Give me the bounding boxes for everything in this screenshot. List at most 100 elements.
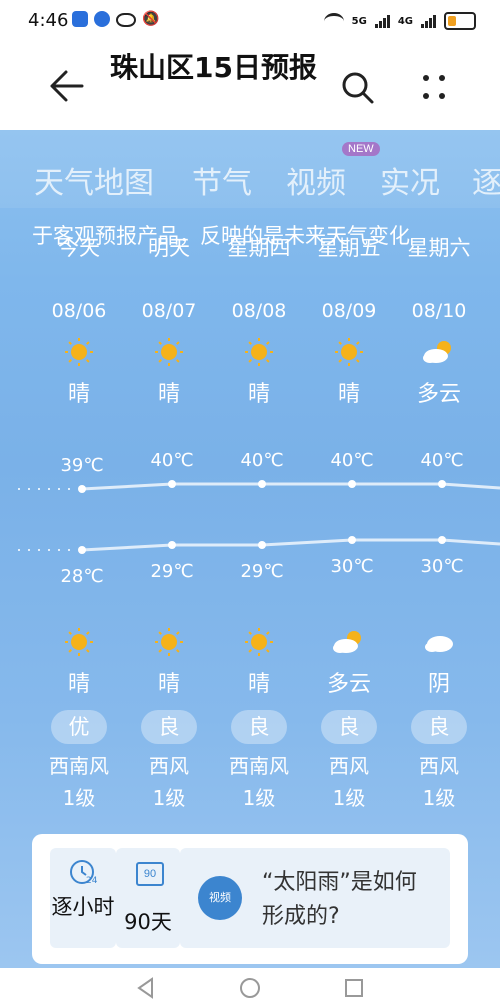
sun-icon bbox=[34, 334, 124, 374]
tab-hourly[interactable]: 逐 bbox=[472, 158, 500, 202]
tab-video[interactable]: 视频 bbox=[286, 158, 346, 202]
wind-direction: 西南风 bbox=[229, 754, 289, 778]
system-nav-bar bbox=[0, 968, 500, 1006]
clock-24-number: 24 bbox=[86, 876, 98, 886]
day-date: 08/08 bbox=[231, 300, 287, 322]
sun-icon bbox=[304, 334, 394, 374]
day-name: 星期四 bbox=[227, 236, 291, 260]
aqi-badge[interactable]: 良 bbox=[411, 710, 467, 744]
wind-level: 1级 bbox=[152, 786, 186, 810]
nav-recents-icon[interactable] bbox=[342, 976, 366, 1000]
low-temp-line-point bbox=[168, 541, 176, 549]
sun-icon bbox=[124, 624, 214, 664]
day-weather-text: 晴 bbox=[157, 382, 180, 407]
high-temp-line-point bbox=[438, 480, 446, 488]
day-weather-text: 晴 bbox=[67, 382, 90, 407]
forecast-panel: 天气地图 节气 视频 NEW 实况 逐 于客观预报产品，反映的是未来天气变化 今… bbox=[0, 130, 500, 968]
tabs-row: 天气地图 节气 视频 NEW 实况 逐 bbox=[0, 130, 500, 208]
high-temp-line-point bbox=[348, 480, 356, 488]
high-temp-line-point bbox=[78, 485, 86, 493]
wind-direction: 西南风 bbox=[49, 754, 109, 778]
battery-icon bbox=[444, 12, 476, 30]
network-type-label-2: 4G bbox=[397, 15, 413, 27]
aqi-badge[interactable]: 优 bbox=[51, 710, 107, 744]
hourly-forecast-button[interactable]: 24 逐小时 bbox=[50, 848, 116, 948]
tab-weather-map[interactable]: 天气地图 bbox=[34, 158, 154, 202]
low-temp-line-point bbox=[348, 536, 356, 544]
app-header: 珠山区15日预报 bbox=[0, 42, 500, 130]
day-weather-text: 晴 bbox=[337, 382, 360, 407]
wind-direction: 西风 bbox=[419, 754, 459, 778]
night-weather-text: 晴 bbox=[247, 672, 270, 697]
mute-bell-icon: 🔕 bbox=[142, 11, 160, 27]
search-icon bbox=[342, 72, 374, 104]
nav-home-icon[interactable] bbox=[238, 976, 262, 1000]
app-notification-icon bbox=[72, 11, 88, 27]
back-button[interactable] bbox=[46, 68, 86, 104]
video-recommendation[interactable]: 视频 “太阳雨”是如何形成的? bbox=[180, 848, 450, 948]
sun-icon bbox=[34, 624, 124, 664]
aqi-badge[interactable]: 良 bbox=[231, 710, 287, 744]
day-name: 星期五 bbox=[317, 236, 381, 260]
day-name: 明天 bbox=[148, 236, 190, 260]
wind-level: 1级 bbox=[422, 786, 456, 810]
day-weather-text: 晴 bbox=[247, 382, 270, 407]
high-temp-line-point bbox=[168, 480, 176, 488]
day-name: 星期六 bbox=[407, 236, 471, 260]
low-temp-line-point bbox=[438, 536, 446, 544]
more-dots-icon bbox=[423, 75, 445, 99]
system-status: 5G 4G bbox=[323, 12, 476, 30]
hourly-label: 逐小时 bbox=[51, 895, 115, 919]
wind-level: 1级 bbox=[332, 786, 366, 810]
night-weather-text: 晴 bbox=[67, 672, 90, 697]
signal-icon bbox=[374, 14, 390, 28]
day-date: 08/06 bbox=[51, 300, 107, 322]
partly-cloudy-icon bbox=[394, 334, 484, 374]
video-title: “太阳雨”是如何形成的? bbox=[262, 870, 417, 929]
wind-direction: 西风 bbox=[329, 754, 369, 778]
wind-level: 1级 bbox=[242, 786, 276, 810]
high-temp-line bbox=[81, 482, 500, 491]
video-icon: 视频 bbox=[198, 876, 242, 920]
calendar-icon: 90 bbox=[136, 862, 164, 886]
sun-icon bbox=[214, 624, 304, 664]
day-date: 08/10 bbox=[411, 300, 467, 322]
ninety-day-button[interactable]: 90 90天 bbox=[116, 848, 180, 948]
wind-level: 1级 bbox=[62, 786, 96, 810]
nav-back-icon[interactable] bbox=[134, 976, 158, 1000]
ninety-day-label: 90天 bbox=[124, 910, 172, 934]
music-notification-icon bbox=[94, 11, 110, 27]
aqi-badge[interactable]: 良 bbox=[321, 710, 377, 744]
low-temp-line-point bbox=[78, 546, 86, 554]
low-temp-line-point bbox=[258, 541, 266, 549]
cloud-icon bbox=[394, 624, 484, 664]
tab-solar-terms[interactable]: 节气 bbox=[192, 158, 252, 202]
shortcut-card: 24 逐小时 90 90天 视频 “太阳雨”是如何形成的? bbox=[32, 834, 468, 964]
more-options-button[interactable] bbox=[414, 68, 454, 108]
night-weather-text: 晴 bbox=[157, 672, 180, 697]
network-type-label: 5G bbox=[351, 15, 367, 27]
status-time: 4:46 bbox=[28, 10, 69, 31]
sun-icon bbox=[124, 334, 214, 374]
page-title: 珠山区15日预报 bbox=[110, 51, 317, 84]
high-temp-line-point bbox=[258, 480, 266, 488]
status-bar: 4:46 🔕 5G 4G bbox=[0, 0, 500, 42]
temperature-chart bbox=[18, 480, 500, 554]
new-badge: NEW bbox=[342, 142, 380, 156]
arrow-left-icon bbox=[50, 70, 84, 102]
day-weather-text: 多云 bbox=[416, 382, 461, 407]
day-date: 08/07 bbox=[141, 300, 197, 322]
partly-cloudy-icon bbox=[304, 624, 394, 664]
notification-icons: 🔕 bbox=[72, 11, 160, 27]
day-name: 今天 bbox=[58, 236, 100, 260]
low-temp-line bbox=[81, 538, 500, 552]
search-button[interactable] bbox=[338, 68, 378, 108]
aqi-badge[interactable]: 良 bbox=[141, 710, 197, 744]
wifi-icon bbox=[323, 12, 344, 30]
day-date: 08/09 bbox=[321, 300, 377, 322]
night-weather-text: 多云 bbox=[326, 672, 371, 697]
tab-live[interactable]: 实况 bbox=[380, 158, 440, 202]
eye-icon bbox=[116, 13, 136, 27]
sun-icon bbox=[214, 334, 304, 374]
wind-direction: 西风 bbox=[149, 754, 189, 778]
